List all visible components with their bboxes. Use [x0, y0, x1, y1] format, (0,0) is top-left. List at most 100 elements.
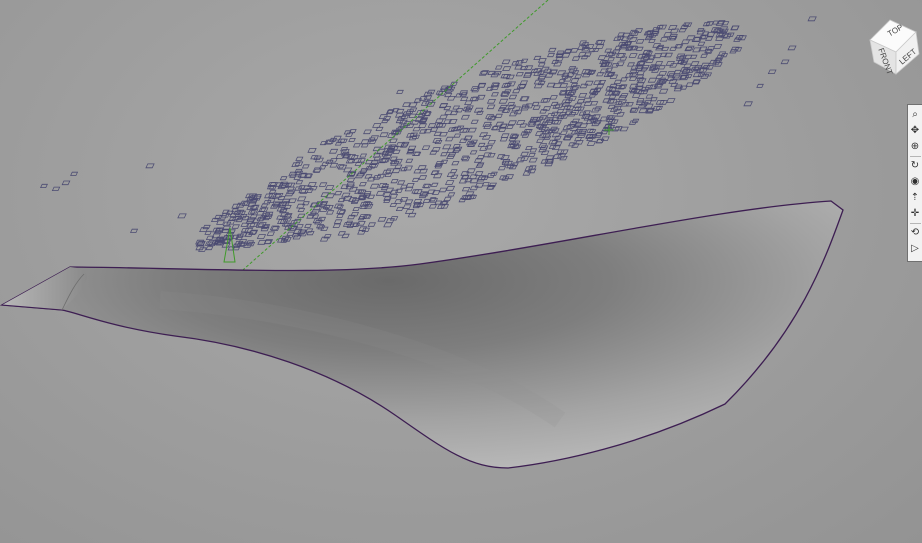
cloud-point [536, 138, 545, 143]
cloud-point [638, 108, 648, 114]
cloud-point [515, 72, 524, 77]
cloud-point [458, 178, 469, 184]
cloud-point [295, 156, 304, 161]
zoom-icon[interactable]: ⊕ [909, 139, 922, 155]
cloud-point [304, 223, 312, 228]
cloud-point [486, 104, 496, 110]
cloud-point [400, 184, 408, 189]
cloud-point [447, 192, 456, 197]
cloud-point [332, 223, 342, 228]
cloud-point [481, 134, 492, 140]
look-icon[interactable]: ◉ [909, 174, 922, 190]
pan-icon[interactable]: ✥ [909, 123, 922, 139]
cloud-point [469, 178, 480, 184]
cloud-point [696, 29, 706, 35]
cloud-point [397, 180, 406, 185]
cloud-point [358, 182, 367, 187]
cloud-point [333, 203, 343, 209]
cloud-point [528, 152, 536, 157]
cloud-point [395, 108, 405, 114]
cloud-point [487, 139, 496, 145]
cloud-point [392, 149, 401, 154]
cloud-point [461, 156, 471, 162]
cloud-point [682, 22, 691, 27]
3d-viewport[interactable]: TOP LEFT FRONT ⌕ ✥ ⊕ ↻ ◉ ⇡ ✛ ⟲ ▷ [0, 0, 922, 543]
cloud-point [529, 148, 538, 153]
cloud-point [685, 35, 696, 41]
cloud-point [532, 105, 541, 110]
cloud-point [756, 83, 764, 88]
cloud-point [656, 44, 665, 49]
cloud-point [520, 66, 529, 71]
select-icon[interactable]: ▷ [909, 241, 922, 257]
cloud-point [499, 137, 509, 142]
cloud-point [520, 58, 529, 63]
cloud-point [578, 93, 588, 98]
cloud-point [705, 36, 714, 41]
cloud-point [328, 148, 339, 154]
cloud-point [498, 98, 509, 104]
cloud-point [450, 174, 459, 179]
cloud-point [645, 94, 654, 99]
cloud-point [683, 63, 692, 69]
cloud-point [689, 54, 698, 59]
cloud-point [559, 83, 569, 88]
cloud-point [523, 129, 532, 134]
cloud-point [418, 175, 428, 180]
view-cube[interactable]: TOP LEFT FRONT [864, 18, 922, 78]
cloud-point [495, 121, 505, 127]
cloud-point [445, 185, 456, 191]
cloud-point [341, 233, 350, 239]
scene-canvas[interactable] [0, 0, 922, 543]
cloud-point [202, 224, 211, 230]
cloud-point [352, 207, 361, 211]
cloud-point [453, 133, 462, 138]
axis-line-green [217, 0, 549, 293]
nurbs-surface[interactable] [0, 200, 844, 469]
cloud-point [446, 154, 456, 160]
cloud-point [411, 177, 420, 182]
cloud-point [70, 171, 79, 176]
cloud-point [256, 211, 265, 216]
cloud-point [420, 101, 430, 106]
cloud-point [807, 16, 817, 22]
cloud-point [595, 44, 605, 49]
cloud-point [449, 169, 458, 173]
cloud-point [336, 209, 346, 214]
cloud-point [205, 246, 214, 251]
point-cloud[interactable] [40, 16, 817, 252]
cloud-point [307, 147, 317, 153]
cloud-point [571, 56, 581, 61]
cloud-point [442, 144, 452, 150]
cloud-point [145, 163, 155, 169]
cloud-point [658, 88, 669, 94]
walk-icon[interactable]: ⇡ [909, 190, 922, 206]
cloud-point [476, 110, 484, 115]
cloud-point [394, 199, 403, 204]
cloud-point [318, 165, 327, 170]
cloud-point [533, 121, 542, 126]
cloud-point [403, 165, 413, 171]
cloud-point [320, 192, 330, 197]
cloud-point [329, 163, 339, 168]
cloud-point [620, 36, 630, 42]
cloud-point [405, 158, 414, 163]
orbit-icon[interactable]: ↻ [909, 158, 922, 174]
cloud-point [348, 137, 356, 142]
cloud-point [474, 182, 485, 188]
cloud-point [231, 224, 240, 229]
cloud-point [611, 63, 620, 68]
rewind-icon[interactable]: ⟲ [909, 225, 922, 241]
cloud-point [568, 142, 576, 147]
cloud-point [204, 230, 213, 235]
cloud-point [375, 126, 384, 132]
cloud-point [478, 70, 489, 76]
center-icon[interactable]: ✛ [909, 206, 922, 222]
cloud-point [582, 110, 591, 115]
zoom-extents-icon[interactable]: ⌕ [909, 107, 922, 123]
cloud-point [413, 169, 422, 174]
cloud-point [619, 126, 629, 132]
cloud-point [383, 222, 393, 228]
cloud-point [549, 95, 558, 100]
cloud-point [546, 53, 555, 58]
